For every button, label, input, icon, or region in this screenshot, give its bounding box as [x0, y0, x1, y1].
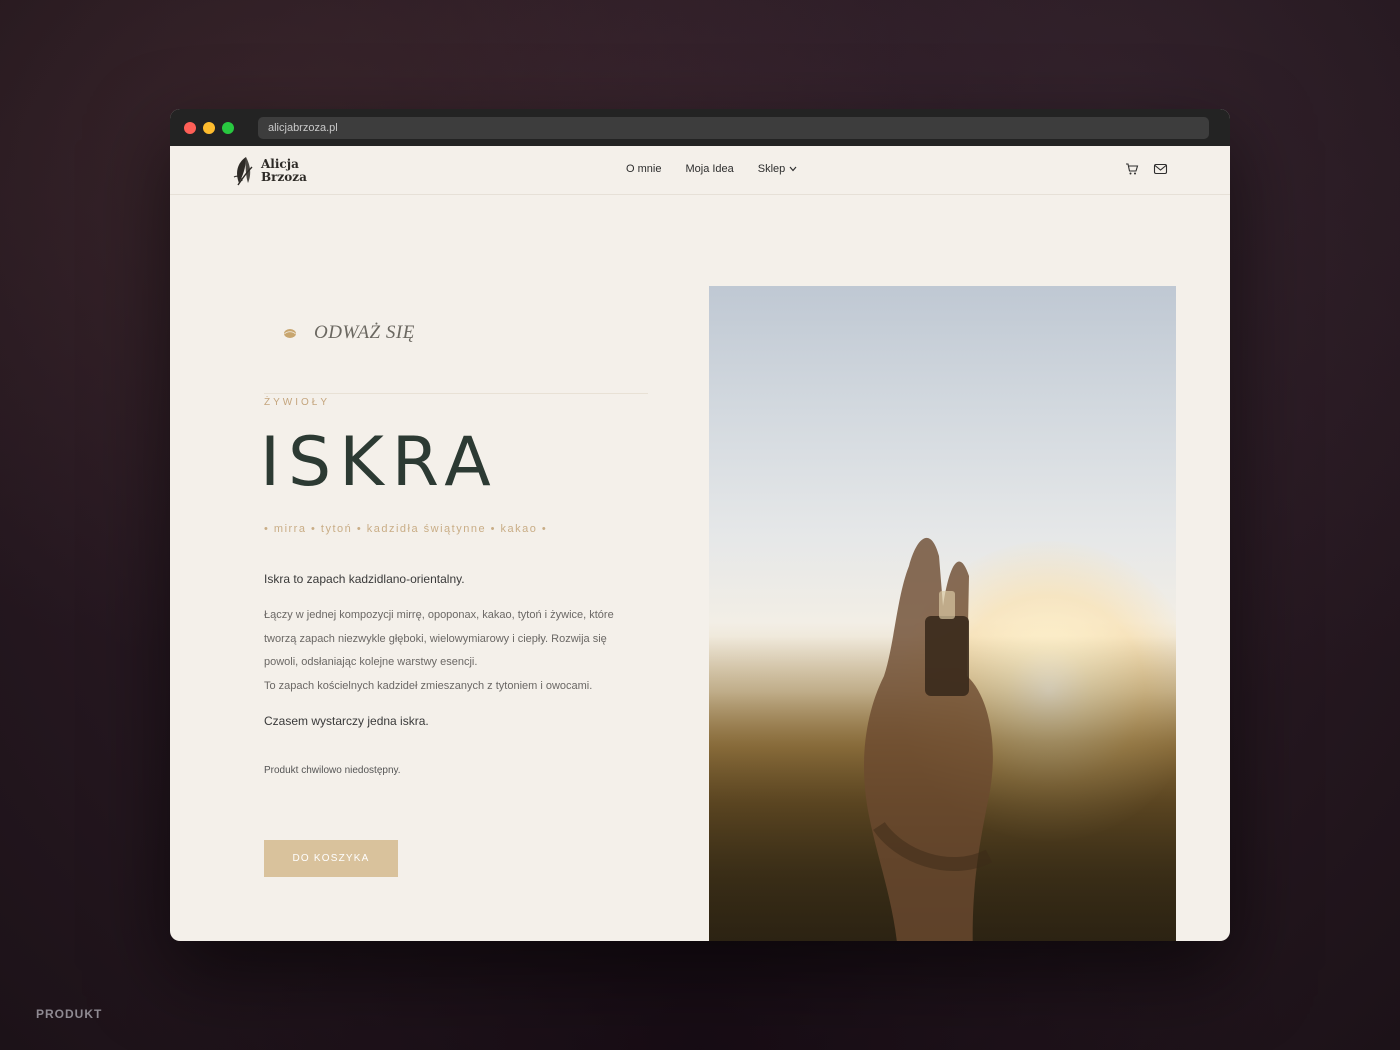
cart-icon[interactable] — [1125, 162, 1139, 176]
product-lead: Iskra to zapach kadzidlano-orientalny. — [264, 572, 465, 586]
product-description: Łączy w jednej kompozycji mirrę, opopona… — [264, 604, 644, 698]
product-tagline: ODWAŻ SIĘ — [314, 322, 415, 343]
nav-item-label: Moja Idea — [685, 163, 734, 175]
section-divider — [264, 393, 648, 394]
description-paragraph: Łączy w jednej kompozycji mirrę, opopona… — [264, 609, 614, 668]
minimize-window-button[interactable] — [203, 121, 215, 134]
hand-holding-perfume-image — [864, 537, 993, 941]
tagline-row: ODWAŻ SIĘ — [283, 322, 415, 344]
gold-leaf-icon — [284, 329, 296, 338]
browser-window: alicjabrzoza.pl Alicja Brzoza O mnie Moj… — [170, 109, 1230, 941]
address-bar[interactable]: alicjabrzoza.pl — [258, 116, 1209, 139]
brand-name: Alicja Brzoza — [261, 158, 307, 184]
footer-label: PRODUKT — [36, 1007, 103, 1021]
product-category[interactable]: ŻYWIOŁY — [264, 397, 330, 408]
chevron-down-icon — [789, 166, 797, 172]
availability-status: Produkt chwilowo niedostępny. — [264, 765, 401, 776]
nav-item-label: O mnie — [626, 163, 662, 175]
add-to-cart-button[interactable]: DO KOSZYKA — [264, 840, 398, 877]
product-photo — [709, 286, 1176, 941]
product-closing-line: Czasem wystarczy jedna iskra. — [264, 714, 429, 728]
nav-item-sklep[interactable]: Sklep — [758, 163, 798, 175]
brand-name-line2: Brzoza — [261, 170, 307, 184]
close-window-button[interactable] — [184, 121, 196, 134]
mail-icon[interactable] — [1153, 162, 1168, 176]
address-bar-url: alicjabrzoza.pl — [268, 121, 338, 134]
product-section: ODWAŻ SIĘ ŻYWIOŁY ISKRA • mirra • tytoń … — [170, 195, 1230, 941]
nav-icons — [1125, 162, 1168, 176]
description-paragraph: To zapach kościelnych kadzideł zmieszany… — [264, 679, 593, 692]
birch-leaf-logo-icon — [233, 157, 253, 186]
nav-item-o-mnie[interactable]: O mnie — [626, 163, 661, 175]
site-navbar: Alicja Brzoza O mnie Moja Idea Sklep — [170, 146, 1230, 195]
browser-titlebar: alicjabrzoza.pl — [170, 109, 1230, 146]
maximize-window-button[interactable] — [222, 121, 234, 134]
nav-item-label: Sklep — [757, 163, 786, 175]
product-title: ISKRA — [260, 423, 499, 502]
main-navigation: O mnie Moja Idea Sklep — [626, 163, 797, 175]
nav-item-moja-idea[interactable]: Moja Idea — [685, 163, 733, 175]
fragrance-notes: • mirra • tytoń • kadzidła świątynne • k… — [264, 523, 548, 535]
brand-logo[interactable]: Alicja Brzoza — [232, 155, 307, 187]
